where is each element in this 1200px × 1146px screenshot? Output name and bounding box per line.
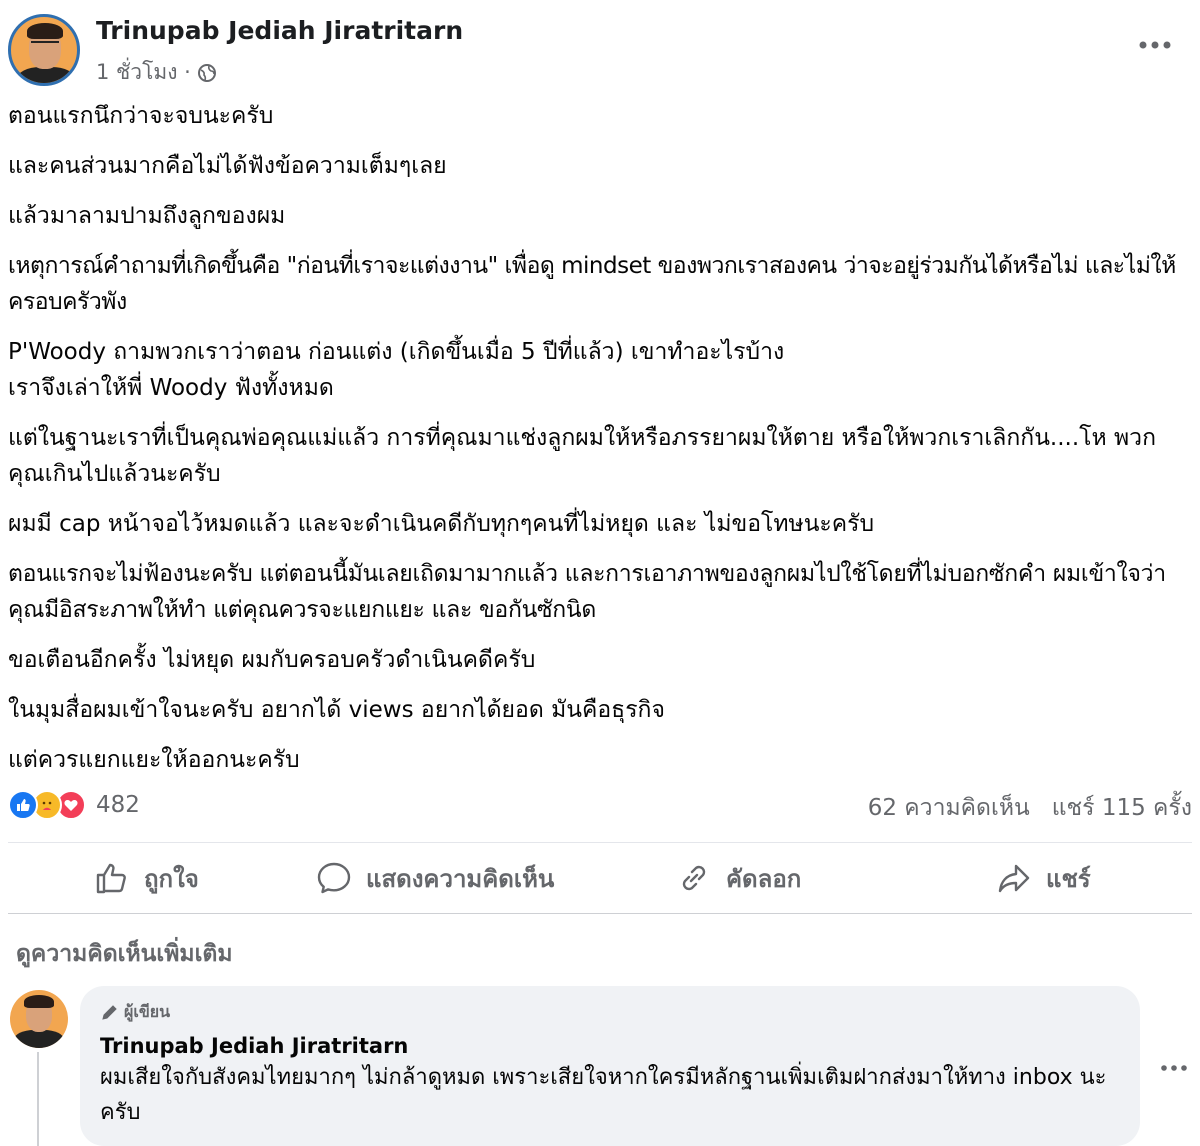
author-avatar[interactable] bbox=[8, 14, 80, 86]
comment-button[interactable]: แสดงความคิดเห็น bbox=[316, 855, 554, 901]
globe-icon bbox=[197, 63, 216, 82]
comment-label: แสดงความคิดเห็น bbox=[366, 864, 555, 893]
post-paragraph: แล้วมาลามปามถึงลูกของผม bbox=[8, 203, 286, 229]
post-paragraph: ตอนแรกจะไม่ฟ้องนะครับ แต่ตอนนี้มันเลยเถิ… bbox=[8, 561, 1166, 623]
post-paragraph: และคนส่วนมากคือไม่ได้ฟังข้อความเต็มๆเลย bbox=[8, 153, 447, 179]
post-paragraph: P'Woody ถามพวกเราว่าตอน ก่อนแต่ง (เกิดขึ… bbox=[8, 339, 785, 401]
pencil-icon bbox=[102, 1005, 117, 1020]
thumbs-up-icon bbox=[96, 863, 126, 894]
post-paragraph: ผมมี cap หน้าจอไว้หมดแล้ว และจะดำเนินคดี… bbox=[8, 511, 875, 537]
copy-label: คัดลอก bbox=[726, 864, 802, 893]
comments-count[interactable]: 62 ความคิดเห็น bbox=[868, 790, 1030, 826]
post-time[interactable]: 1 ชั่วโมง · bbox=[96, 56, 191, 89]
comment-author[interactable]: Trinupab Jediah Jiratritarn bbox=[100, 1034, 408, 1058]
author-name[interactable]: Trinupab Jediah Jiratritarn bbox=[96, 16, 463, 45]
comment-bubble: ผู้เขียน Trinupab Jediah Jiratritarn ผมเ… bbox=[80, 986, 1140, 1146]
post-paragraph: ขอเตือนอีกครั้ง ไม่หยุด ผมกับครอบครัวดำเ… bbox=[8, 647, 536, 673]
reactions-count: 482 bbox=[96, 792, 140, 818]
link-icon bbox=[682, 865, 706, 891]
post-paragraph: แต่ในฐานะเราที่เป็นคุณพ่อคุณแม่แล้ว การท… bbox=[8, 425, 1157, 487]
post-paragraph: แต่ควรแยกแยะให้ออกนะครับ bbox=[8, 747, 300, 773]
like-label: ถูกใจ bbox=[144, 864, 199, 893]
author-badge: ผู้เขียน bbox=[100, 1000, 1120, 1024]
comment-more-options-icon[interactable] bbox=[1160, 1062, 1188, 1074]
post-actions-bar: ถูกใจ แสดงความคิดเห็น คัดลอก แชร์ bbox=[8, 842, 1192, 914]
more-options-icon[interactable] bbox=[1138, 38, 1172, 52]
comment-thread-line bbox=[37, 1052, 39, 1146]
copy-button[interactable]: คัดลอก bbox=[676, 855, 801, 901]
commenter-avatar[interactable] bbox=[10, 990, 68, 1048]
author-badge-label: ผู้เขียน bbox=[124, 1001, 171, 1021]
like-button[interactable]: ถูกใจ bbox=[94, 855, 199, 901]
post-body: ตอนแรกนึกว่าจะจบนะครับ และคนส่วนมากคือไม… bbox=[8, 98, 1192, 792]
shares-count[interactable]: แชร์ 115 ครั้ง bbox=[1052, 790, 1192, 826]
post-meta: 1 ชั่วโมง · bbox=[96, 56, 217, 89]
post-paragraph: ในมุมสื่อผมเข้าใจนะครับ อยากได้ views อย… bbox=[8, 697, 665, 723]
post-header: Trinupab Jediah Jiratritarn 1 ชั่วโมง · bbox=[8, 14, 1192, 94]
engagement-counts: 62 ความคิดเห็น แชร์ 115 ครั้ง bbox=[868, 790, 1192, 826]
share-arrow-icon bbox=[998, 864, 1030, 893]
comment-text: ผมเสียใจกับสังคมไทยมากๆ ไม่กล้าดูหมด เพร… bbox=[100, 1065, 1107, 1125]
post-paragraph: เหตุการณ์คำถามที่เกิดขึ้นคือ "ก่อนที่เรา… bbox=[8, 253, 1176, 315]
post-paragraph: ตอนแรกนึกว่าจะจบนะครับ bbox=[8, 103, 274, 129]
share-label: แชร์ bbox=[1046, 864, 1091, 893]
post-stats: 482 62 ความคิดเห็น แชร์ 115 ครั้ง bbox=[8, 790, 1192, 824]
comment-bubble-icon bbox=[317, 862, 351, 894]
share-button[interactable]: แชร์ bbox=[996, 855, 1091, 901]
view-more-comments-link[interactable]: ดูความคิดเห็นเพิ่มเติม bbox=[16, 936, 233, 972]
like-icon bbox=[8, 790, 38, 820]
reactions-summary[interactable]: 482 bbox=[8, 790, 140, 820]
